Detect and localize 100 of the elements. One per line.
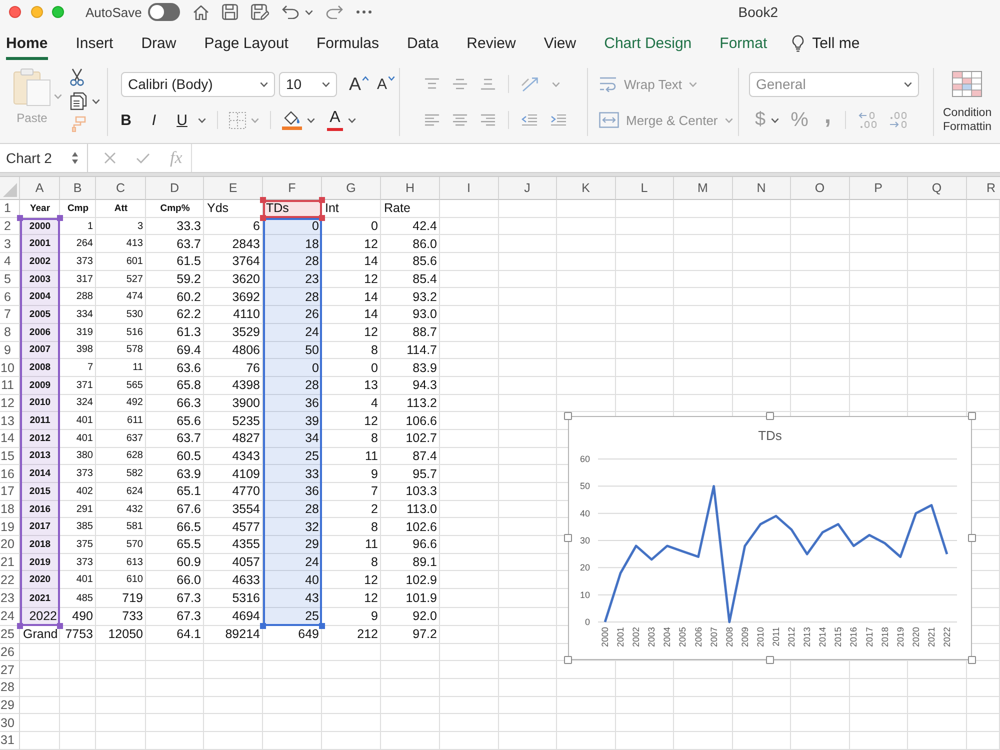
range-handle[interactable]	[319, 197, 325, 203]
align-left-icon[interactable]	[424, 114, 440, 126]
align-middle-icon[interactable]	[452, 78, 468, 90]
row-header[interactable]: 3	[0, 235, 20, 254]
redo-icon[interactable]	[326, 5, 344, 19]
checkmark-icon[interactable]	[136, 152, 150, 164]
ribbon-tab[interactable]: Page Layout	[204, 24, 288, 60]
column-header[interactable]: O	[791, 177, 850, 200]
resize-handle[interactable]	[968, 534, 976, 542]
ribbon-tab[interactable]: Draw	[141, 24, 176, 60]
row-header[interactable]: 19	[0, 518, 20, 536]
lightbulb-icon[interactable]	[792, 34, 804, 52]
row-header[interactable]: 26	[0, 644, 20, 662]
column-header[interactable]: I	[440, 177, 498, 200]
row-header[interactable]: 23	[0, 589, 20, 608]
bold-button[interactable]: B	[115, 112, 137, 128]
font-color-button[interactable]: A	[327, 109, 343, 131]
row-header[interactable]: 27	[0, 661, 20, 679]
column-header[interactable]: B	[60, 177, 96, 200]
row-header[interactable]: 6	[0, 288, 20, 306]
row-header[interactable]: 18	[0, 500, 20, 518]
row-header[interactable]: 11	[0, 376, 20, 395]
range-handle[interactable]	[17, 622, 23, 629]
resize-handle[interactable]	[564, 412, 572, 420]
row-header[interactable]: 7	[0, 306, 20, 324]
column-header[interactable]: A	[20, 177, 60, 200]
conditional-formatting-button[interactable]: Condition Formattin	[943, 68, 992, 134]
resize-handle[interactable]	[968, 412, 976, 420]
align-center-icon[interactable]	[452, 114, 468, 126]
zoom-button[interactable]	[52, 6, 64, 18]
resize-handle[interactable]	[564, 534, 572, 542]
column-header[interactable]: C	[96, 177, 146, 200]
ribbon-tab[interactable]: Insert	[76, 24, 114, 60]
caret-icon[interactable]	[348, 118, 356, 122]
save-edit-icon[interactable]	[250, 4, 270, 20]
column-header[interactable]: L	[616, 177, 674, 200]
decrease-indent-icon[interactable]	[521, 114, 538, 126]
row-header[interactable]: 21	[0, 554, 20, 572]
font-size-dropdown[interactable]: 10	[279, 72, 337, 96]
range-handle[interactable]	[17, 214, 23, 221]
cancel-icon[interactable]	[104, 152, 116, 164]
caret-icon[interactable]	[198, 118, 206, 122]
column-header[interactable]: E	[204, 177, 263, 200]
minimize-button[interactable]	[30, 6, 42, 18]
font-name-dropdown[interactable]: Calibri (Body)	[121, 72, 275, 96]
row-header[interactable]: 8	[0, 324, 20, 342]
autosave-toggle[interactable]	[148, 3, 180, 21]
name-box[interactable]: Chart 2	[0, 144, 88, 172]
ribbon-tab[interactable]: Formulas	[316, 24, 379, 60]
resize-handle[interactable]	[564, 656, 572, 664]
resize-handle[interactable]	[766, 412, 774, 420]
caret-icon[interactable]	[305, 10, 314, 14]
column-header[interactable]: H	[381, 177, 440, 200]
caret-icon[interactable]	[770, 118, 779, 122]
column-header[interactable]: G	[322, 177, 381, 200]
close-button[interactable]	[9, 6, 21, 18]
row-header[interactable]: 29	[0, 696, 20, 714]
row-header[interactable]: 9	[0, 342, 20, 360]
copy-icon[interactable]	[70, 92, 87, 110]
column-header[interactable]: J	[498, 177, 557, 200]
column-header[interactable]: Q	[908, 177, 966, 200]
row-header[interactable]: 16	[0, 465, 20, 483]
row-header[interactable]: 5	[0, 270, 20, 288]
tell-me-button[interactable]: Tell me	[792, 24, 860, 60]
column-header[interactable]: P	[850, 177, 908, 200]
column-header[interactable]: D	[146, 177, 204, 200]
ribbon-tab[interactable]: Home	[6, 24, 48, 60]
caret-icon[interactable]	[92, 98, 100, 104]
range-handle[interactable]	[260, 622, 266, 629]
row-header[interactable]: 17	[0, 483, 20, 501]
resize-handle[interactable]	[968, 656, 976, 664]
range-handle[interactable]	[319, 622, 325, 629]
range-handle[interactable]	[57, 214, 63, 221]
dashed-grid-icon[interactable]	[229, 112, 246, 128]
save-icon[interactable]	[222, 4, 238, 20]
align-right-icon[interactable]	[480, 114, 496, 126]
ribbon-tab[interactable]: Review	[466, 24, 516, 60]
range-handle[interactable]	[260, 197, 266, 203]
paint-bucket-icon[interactable]	[282, 110, 302, 130]
column-header[interactable]: M	[674, 177, 732, 200]
column-header[interactable]: F	[263, 177, 322, 200]
resize-handle[interactable]	[766, 656, 774, 664]
increase-indent-icon[interactable]	[550, 114, 567, 126]
shrink-font-button[interactable]: A	[377, 76, 396, 92]
row-header[interactable]: 13	[0, 412, 20, 430]
row-header[interactable]: 15	[0, 448, 20, 466]
undo-icon[interactable]	[282, 5, 300, 19]
row-header[interactable]: 28	[0, 678, 20, 697]
scissors-icon[interactable]	[70, 68, 84, 86]
caret-icon[interactable]	[307, 118, 315, 122]
row-header[interactable]: 12	[0, 394, 20, 412]
home-icon[interactable]	[192, 4, 209, 20]
ribbon-tab[interactable]: View	[544, 24, 576, 60]
column-header[interactable]: N	[732, 177, 791, 200]
grow-font-button[interactable]: A	[349, 74, 370, 94]
row-header[interactable]: 4	[0, 253, 20, 271]
stepper-icon[interactable]	[71, 151, 79, 165]
more-icon[interactable]	[356, 10, 372, 14]
column-header[interactable]: K	[557, 177, 616, 200]
range-handle[interactable]	[57, 622, 63, 629]
